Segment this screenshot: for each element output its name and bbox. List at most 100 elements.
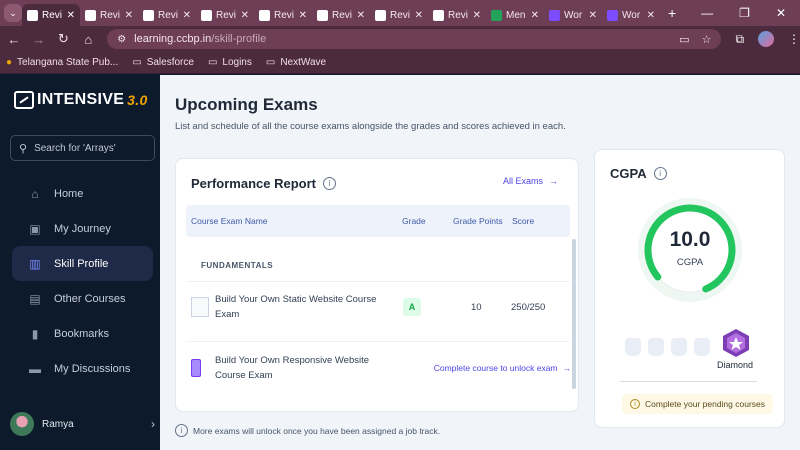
browser-tab[interactable]: Wor ✕ [544, 4, 602, 26]
tab-favicon-icon [607, 9, 618, 21]
sidebar-item-my-discussions[interactable]: ▬ My Discussions [12, 351, 153, 386]
browser-toolbar: ← → ↻ ⌂ ⚙ learning.ccbp.in/skill-profile… [0, 26, 800, 52]
book-icon: ▤ [29, 291, 41, 306]
bookmark-icon: ▮ [31, 326, 39, 341]
sidebar-item-label: My Discussions [54, 362, 131, 375]
sidebar-item-skill-profile[interactable]: ▥ Skill Profile [12, 246, 153, 281]
menu-icon[interactable]: ⋮ [788, 32, 800, 46]
forward-icon[interactable]: → [28, 32, 50, 47]
close-tab-icon[interactable]: ✕ [473, 10, 481, 21]
address-bar[interactable]: ⚙ learning.ccbp.in/skill-profile ▭ ☆ [107, 29, 722, 49]
browser-tab[interactable]: Revi ✕ [196, 4, 254, 26]
user-name: Ramya [42, 418, 74, 430]
performance-report-card: Performance Report i All Exams → Course … [175, 158, 579, 412]
arrow-right-icon: → [549, 176, 558, 186]
browser-tab[interactable]: Revi ✕ [312, 4, 370, 26]
site-info-icon[interactable]: ⚙ [117, 34, 126, 45]
all-exams-link[interactable]: All Exams → [503, 176, 558, 186]
sidebar-item-label: Other Courses [54, 292, 126, 305]
sidebar-item-other-courses[interactable]: ▤ Other Courses [12, 281, 153, 316]
column-header: Grade Points [453, 216, 503, 226]
profile-icon[interactable] [758, 31, 775, 47]
bookmark-folder[interactable]: ▭ Salesforce [132, 57, 194, 68]
sidebar-item-bookmarks[interactable]: ▮ Bookmarks [12, 316, 153, 351]
tab-favicon-icon [259, 9, 270, 21]
browser-tab[interactable]: Revi ✕ [428, 4, 486, 26]
avatar [10, 412, 34, 436]
info-icon[interactable]: i [322, 177, 336, 190]
phone-icon [191, 359, 201, 377]
folder-icon: ▭ [265, 57, 276, 68]
tier-badge-icon [671, 338, 687, 356]
home-browser-icon[interactable]: ⌂ [77, 32, 99, 47]
divider [186, 341, 570, 342]
close-tab-icon[interactable]: ✕ [531, 10, 539, 21]
bookmark-item[interactable]: ● Telangana State Pub... [6, 57, 118, 68]
close-tab-icon[interactable]: ✕ [241, 10, 249, 21]
folder-icon: ▭ [207, 57, 218, 68]
browser-tab[interactable]: Revi ✕ [80, 4, 138, 26]
window-controls: — ❐ ✕ [701, 0, 800, 26]
chevron-right-icon: › [151, 417, 155, 431]
browser-tab[interactable]: Men ✕ [486, 4, 544, 26]
main-content: Upcoming Exams List and schedule of all … [160, 75, 800, 450]
browser-tab[interactable]: Revi ✕ [254, 4, 312, 26]
diamond-badge-icon [723, 329, 749, 357]
back-icon[interactable]: ← [3, 32, 25, 47]
close-tab-icon[interactable]: ✕ [183, 10, 191, 21]
performance-report-title: Performance Report i [191, 176, 336, 191]
logo-mark-icon [14, 91, 34, 109]
close-tab-icon[interactable]: ✕ [415, 10, 423, 21]
star-icon[interactable]: ☆ [702, 33, 712, 46]
tier-label: Diamond [717, 360, 754, 370]
tab-search-button[interactable]: ⌄ [4, 4, 22, 22]
divider [620, 381, 757, 382]
tab-title: Revi [158, 9, 179, 21]
browser-tab[interactable]: Revi ✕ [22, 4, 80, 26]
bookmark-folder[interactable]: ▭ Logins [208, 57, 252, 68]
app-logo[interactable]: INTENSIVE 3.0 [14, 91, 148, 109]
close-window-icon[interactable]: ✕ [776, 6, 786, 20]
scrollbar[interactable] [572, 239, 576, 389]
info-icon[interactable]: i [653, 167, 667, 180]
folder-icon: ▭ [132, 57, 142, 68]
tab-title: Revi [100, 9, 121, 21]
journey-icon: ▣ [29, 221, 41, 236]
minimize-icon[interactable]: — [701, 6, 713, 20]
grade-badge: A [403, 298, 421, 316]
tier-badge-icon [694, 338, 710, 356]
close-tab-icon[interactable]: ✕ [299, 10, 307, 21]
search-input[interactable]: ⚲ Search for 'Arrays' [10, 135, 155, 161]
cgpa-value: 10.0 [669, 228, 711, 251]
search-icon: ⚲ [19, 142, 28, 155]
cgpa-card: CGPA i 10.0 CGPA Diamond i Complete your… [594, 149, 785, 428]
browser-tab[interactable]: Wor ✕ [602, 4, 660, 26]
tab-title: Revi [332, 9, 353, 21]
reload-icon[interactable]: ↻ [53, 31, 75, 47]
extensions-icon[interactable]: ⧉ [735, 32, 744, 47]
unlock-exam-link[interactable]: Complete course to unlock exam → [434, 363, 571, 373]
close-tab-icon[interactable]: ✕ [647, 10, 655, 21]
close-tab-icon[interactable]: ✕ [357, 10, 365, 21]
tab-strip: Revi ✕ Revi ✕ Revi ✕ Revi ✕ Revi ✕ Revi ✕ Revi ✕ Revi ✕… [22, 0, 660, 26]
close-tab-icon[interactable]: ✕ [589, 10, 597, 21]
bookmarks-bar: ● Telangana State Pub... ▭ Salesforce ▭ Log… [0, 52, 800, 74]
sidebar-item-label: My Journey [54, 222, 111, 235]
cast-icon[interactable]: ▭ [679, 33, 689, 46]
restore-icon[interactable]: ❐ [739, 6, 750, 20]
user-profile-button[interactable]: Ramya › [10, 412, 155, 436]
tab-favicon-icon [317, 9, 328, 21]
close-tab-icon[interactable]: ✕ [125, 10, 133, 21]
sidebar-item-label: Home [54, 187, 84, 200]
new-tab-button[interactable]: + [668, 5, 676, 21]
site-favicon-icon: ● [6, 57, 13, 68]
browser-tab[interactable]: Revi ✕ [138, 4, 196, 26]
sidebar-item-my-journey[interactable]: ▣ My Journey [12, 211, 153, 246]
close-tab-icon[interactable]: ✕ [67, 10, 75, 21]
sidebar-item-home[interactable]: ⌂ Home [12, 176, 153, 211]
bookmark-folder[interactable]: ▭ NextWave [266, 57, 326, 68]
url-path: /skill-profile [211, 33, 267, 45]
footnote: i More exams will unlock once you have b… [175, 424, 440, 437]
tab-title: Revi [274, 9, 295, 21]
browser-tab[interactable]: Revi ✕ [370, 4, 428, 26]
